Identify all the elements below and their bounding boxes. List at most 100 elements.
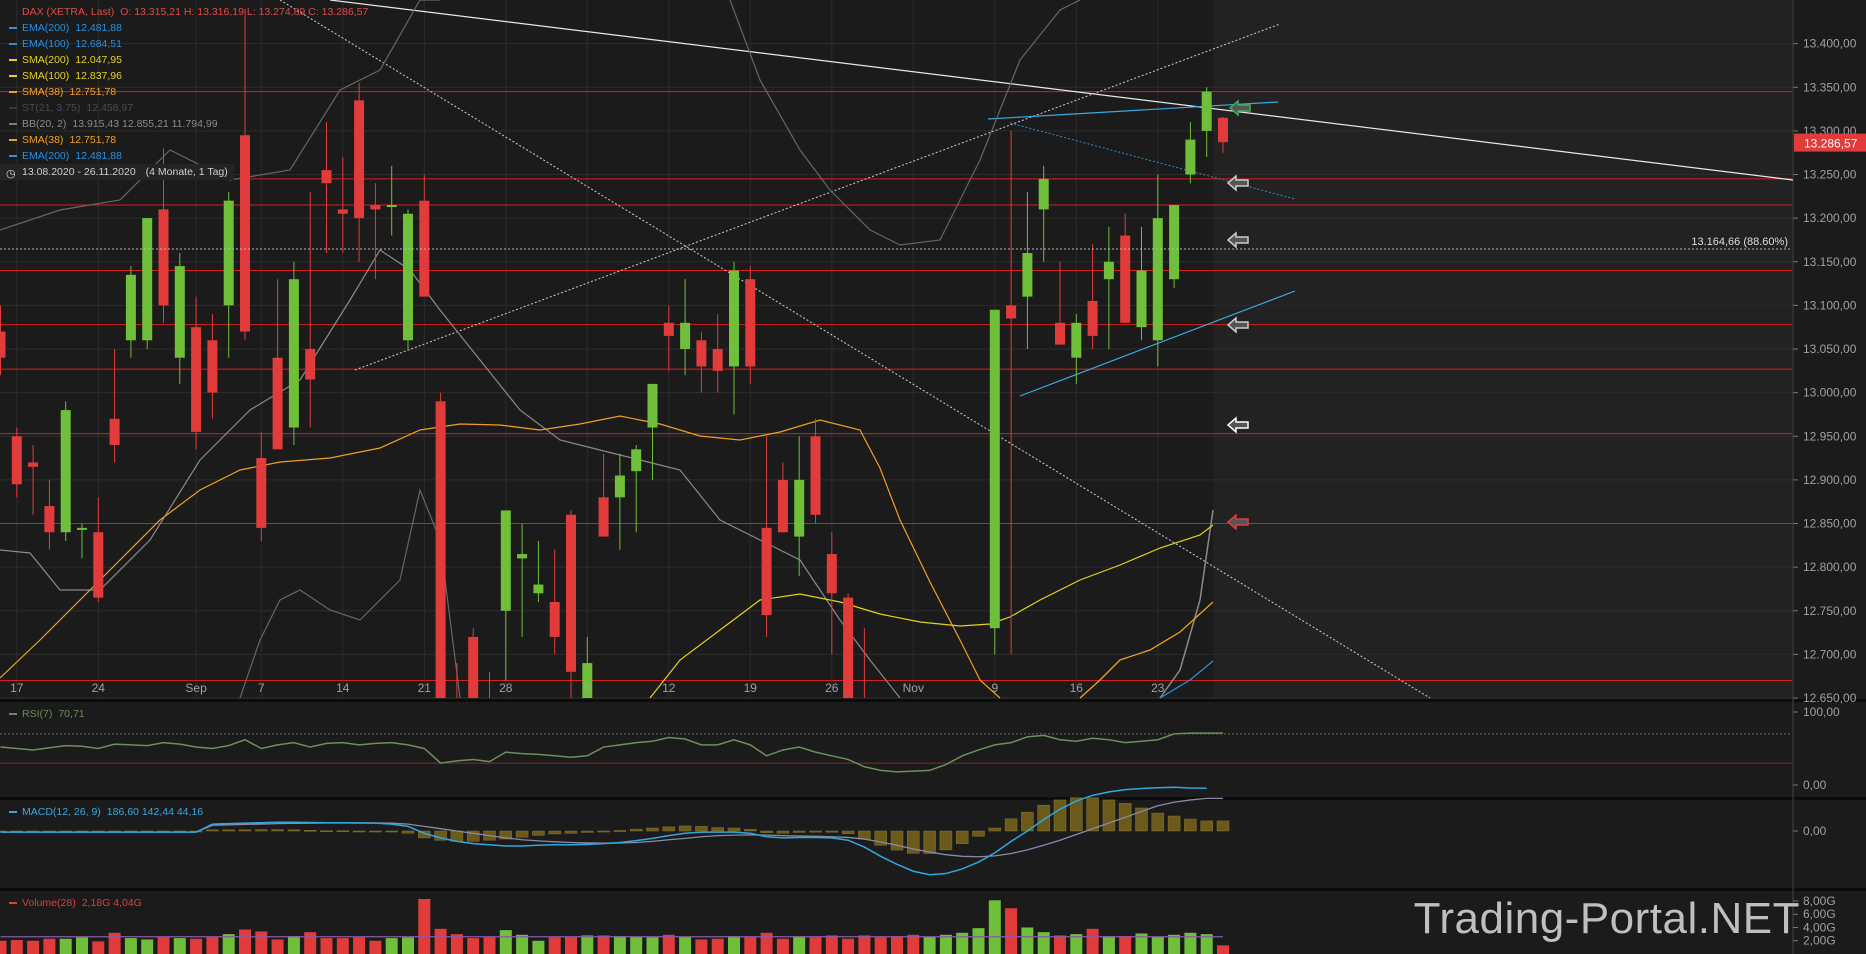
volume-label: Volume(28) xyxy=(22,897,76,909)
candle-body xyxy=(272,357,283,450)
y-tick-label: 13.250,00 xyxy=(1803,168,1857,182)
candle-body xyxy=(680,322,691,349)
indicator-value: 12.458,97 xyxy=(86,102,134,114)
candle-body xyxy=(337,209,348,214)
macd-histogram-bar xyxy=(320,830,333,833)
volume-bar xyxy=(956,932,969,954)
volume-bar xyxy=(972,928,985,954)
macd-histogram-bar xyxy=(303,830,317,832)
x-tick-label: 17 xyxy=(10,681,24,695)
instrument-title-row: DAX (XETRA, Last) O: 13.315,21 H: 13.316,… xyxy=(0,4,368,20)
indicator-name: EMA(200) xyxy=(22,150,70,162)
macd-histogram-bar xyxy=(858,830,871,840)
candle-body xyxy=(843,597,854,698)
volume-bar xyxy=(10,940,23,954)
volume-bar xyxy=(1151,936,1164,954)
indicator-swatch xyxy=(9,107,17,109)
x-tick-label: 24 xyxy=(92,681,106,695)
candle-body xyxy=(989,309,1000,629)
volume-bar xyxy=(239,929,251,954)
macd-legend: MACD(12, 26, 9) 186,60 142,44 44,16 xyxy=(0,804,203,820)
volume-bar xyxy=(1086,928,1099,954)
macd-histogram-bar xyxy=(548,830,561,835)
macd-histogram-bar xyxy=(255,829,268,832)
volume-bar xyxy=(923,936,936,954)
indicator-swatch xyxy=(9,75,17,77)
volume-bar xyxy=(1119,936,1132,954)
candle-body xyxy=(614,475,625,498)
volume-bar xyxy=(271,939,284,954)
y-tick-label: 13.400,00 xyxy=(1803,37,1857,51)
x-tick-label: 23 xyxy=(1151,681,1165,695)
indicator-value: 12.481,88 xyxy=(75,150,122,162)
indicator-swatch xyxy=(9,139,17,141)
candle-body xyxy=(1218,117,1228,143)
rsi-tick-label: 100,00 xyxy=(1803,705,1840,719)
macd-histogram-bar xyxy=(1086,797,1099,832)
indicator-row: BB(20, 2) 13.915,43 12.855,21 11.794,99 xyxy=(0,116,368,132)
candle-body xyxy=(93,532,104,598)
candle-body xyxy=(158,209,169,306)
y-tick-label: 12.950,00 xyxy=(1803,429,1857,443)
indicator-swatch xyxy=(9,43,17,45)
volume-bar xyxy=(646,937,659,954)
macd-histogram-bar xyxy=(271,829,284,832)
indicator-swatch xyxy=(9,27,17,29)
volume-bar xyxy=(1054,935,1066,954)
volume-bar xyxy=(630,936,643,954)
volume-values: 2,18G 4,04G xyxy=(81,897,142,909)
volume-swatch xyxy=(9,902,17,904)
macd-histogram-bar xyxy=(792,830,806,833)
candle-body xyxy=(1185,139,1196,175)
macd-histogram-bar xyxy=(939,830,953,851)
volume-bar xyxy=(858,935,871,954)
volume-bar xyxy=(402,937,414,954)
volume-bar xyxy=(1168,934,1181,954)
volume-bar xyxy=(809,937,822,954)
candle-body xyxy=(598,497,609,537)
indicator-value: 13.915,43 12.855,21 11.794,99 xyxy=(72,118,218,130)
x-tick-label: Nov xyxy=(903,681,924,695)
candle-body xyxy=(533,584,544,594)
candle-body xyxy=(647,383,658,428)
indicator-row: SMA(38) 12.751,78 xyxy=(0,132,368,148)
rsi-swatch xyxy=(9,713,17,715)
macd-histogram-bar xyxy=(695,826,708,832)
candle-body xyxy=(28,462,39,467)
macd-histogram-bar xyxy=(515,830,529,838)
macd-histogram-bar xyxy=(1053,799,1067,832)
volume-bar xyxy=(1217,945,1229,954)
candle-body xyxy=(435,401,446,698)
volume-bar xyxy=(27,940,40,954)
indicator-name: SMA(200) xyxy=(22,54,70,66)
candle-body xyxy=(745,279,756,367)
macd-histogram-bar xyxy=(727,827,741,832)
rsi-value: 70,71 xyxy=(58,708,85,720)
indicator-name: BB(20, 2) xyxy=(22,118,67,130)
macd-histogram-bar xyxy=(1004,818,1018,832)
volume-bar xyxy=(43,938,56,954)
rsi-legend: RSI(7) 70,71 xyxy=(0,706,85,722)
macd-tick-label: 0,00 xyxy=(1803,824,1827,838)
macd-histogram-bar xyxy=(760,830,773,833)
volume-bar xyxy=(206,936,219,954)
candle-body xyxy=(288,279,299,428)
watermark-logo: Trading-Portal.NET xyxy=(1413,894,1800,943)
macd-histogram-bar xyxy=(678,825,692,832)
volume-bar xyxy=(0,940,7,954)
macd-histogram-bar xyxy=(809,830,822,833)
indicator-swatch xyxy=(9,91,17,93)
macd-histogram-bar xyxy=(1037,804,1050,832)
indicator-name: EMA(200) xyxy=(22,22,70,34)
macd-histogram-bar xyxy=(841,830,855,835)
period-range: ◷ 13.08.2020 - 26.11.2020 (4 Monate, 1 Ta… xyxy=(0,164,234,180)
indicator-list: EMA(200) 12.481,88 EMA(100) 12.684,51 SMA(20… xyxy=(0,20,368,164)
indicator-name: SMA(38) xyxy=(22,86,64,98)
volume-tick-label: 4,00G xyxy=(1803,920,1836,934)
candle-body xyxy=(549,602,560,637)
volume-bar xyxy=(532,940,545,954)
indicator-row: SMA(38) 12.751,78 xyxy=(0,84,368,100)
y-tick-label: 13.100,00 xyxy=(1803,298,1857,312)
volume-bar xyxy=(385,938,398,954)
main-panel-border xyxy=(0,699,1866,702)
